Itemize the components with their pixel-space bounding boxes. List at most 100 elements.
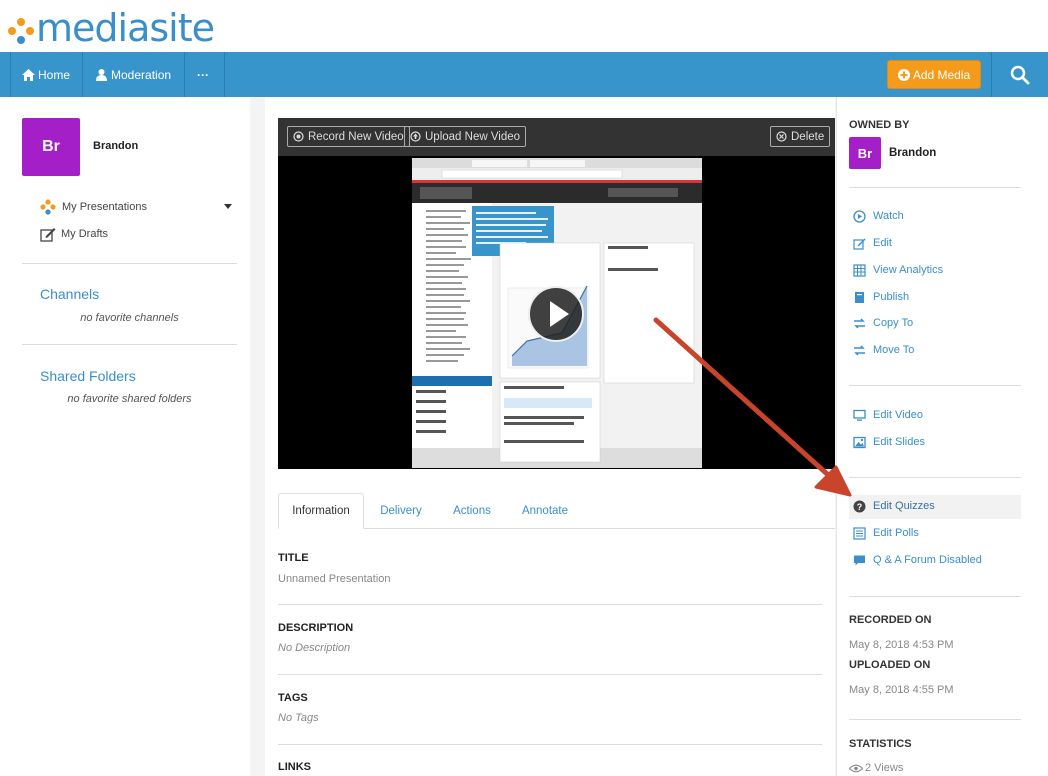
upload-new-video-button[interactable]: Upload New Video	[404, 126, 527, 147]
mediasite-logo[interactable]: mediasite	[8, 6, 215, 50]
delete-video-button[interactable]: Delete	[770, 126, 831, 147]
nav-moderation-label: Moderation	[111, 67, 172, 82]
delete-video-label: Delete	[791, 130, 825, 143]
sidebar-divider	[22, 263, 237, 264]
analytics-icon	[852, 263, 866, 277]
publish-label: Publish	[873, 291, 910, 303]
edit-link[interactable]: Edit	[852, 236, 892, 250]
qa-forum-link[interactable]: Q & A Forum Disabled	[852, 553, 982, 567]
presentations-dots-icon	[40, 199, 56, 215]
delete-x-icon	[776, 131, 787, 142]
record-icon	[293, 131, 304, 142]
my-drafts-link[interactable]: My Drafts	[40, 226, 108, 242]
publish-icon	[854, 291, 864, 303]
my-presentations-link[interactable]: My Presentations	[40, 199, 235, 215]
add-media-button[interactable]: Add Media	[887, 60, 981, 89]
user-name[interactable]: Brandon	[93, 140, 138, 152]
view-analytics-label: View Analytics	[873, 264, 944, 276]
upload-new-video-label: Upload New Video	[425, 130, 521, 143]
edit-polls-link[interactable]: Edit Polls	[852, 526, 919, 540]
shared-folders-title[interactable]: Shared Folders	[40, 368, 136, 384]
channels-empty-text: no favorite channels	[80, 312, 179, 324]
plus-circle-icon	[897, 68, 910, 81]
nav-more-button[interactable]: ···	[197, 52, 209, 97]
play-circle-icon	[852, 209, 866, 223]
my-drafts-label: My Drafts	[61, 228, 109, 240]
views-count: 2 Views	[849, 762, 903, 774]
video-player[interactable]: Record New Video Upload New Video Delete	[278, 118, 835, 469]
watch-label: Watch	[873, 210, 904, 222]
nav-separator	[224, 52, 225, 97]
my-presentations-label: My Presentations	[62, 201, 147, 213]
right-divider	[849, 719, 1021, 720]
tags-value: No Tags	[278, 712, 319, 724]
copy-to-label: Copy To	[873, 317, 914, 329]
copy-to-link[interactable]: Copy To	[852, 316, 913, 330]
nav-home-label: Home	[38, 67, 71, 82]
user-icon	[96, 68, 107, 81]
watch-link[interactable]: Watch	[852, 209, 904, 223]
recorded-on-label: RECORDED ON	[849, 614, 932, 626]
title-label: TITLE	[278, 552, 309, 564]
question-circle-icon: ?	[853, 500, 865, 512]
image-icon	[852, 436, 866, 448]
home-icon	[22, 68, 35, 81]
tags-label: TAGS	[278, 692, 308, 704]
uploaded-on-label: UPLOADED ON	[849, 659, 931, 671]
right-divider	[849, 385, 1021, 386]
upload-icon	[410, 131, 421, 142]
search-icon	[1010, 65, 1030, 84]
owned-by-label: OWNED BY	[849, 119, 910, 131]
search-button[interactable]	[992, 52, 1048, 97]
edit-slides-link[interactable]: Edit Slides	[852, 435, 925, 449]
description-value: No Description	[278, 642, 351, 654]
logo-bar: mediasite	[0, 0, 1048, 52]
edit-label: Edit	[873, 237, 892, 249]
publish-link[interactable]: Publish	[852, 290, 909, 304]
move-to-link[interactable]: Move To	[852, 343, 914, 357]
nav-separator	[184, 52, 185, 97]
record-new-video-button[interactable]: Record New Video	[287, 126, 410, 147]
nav-separator	[10, 52, 11, 97]
right-divider	[849, 187, 1021, 188]
tab-annotate[interactable]: Annotate	[512, 493, 578, 529]
edit-video-label: Edit Video	[873, 409, 923, 421]
copy-arrows-icon	[853, 317, 865, 329]
tab-delivery[interactable]: Delivery	[370, 493, 432, 529]
edit-video-link[interactable]: Edit Video	[852, 408, 923, 422]
right-divider	[849, 596, 1021, 597]
sidebar-divider	[22, 344, 237, 345]
title-value: Unnamed Presentation	[278, 573, 391, 585]
owner-avatar: Br	[849, 137, 881, 169]
nav-separator	[82, 52, 83, 97]
right-divider	[849, 477, 1021, 478]
play-icon	[550, 301, 569, 327]
qa-forum-label: Q & A Forum Disabled	[873, 554, 982, 566]
shared-folders-empty-text: no favorite shared folders	[67, 393, 192, 405]
eye-icon	[849, 764, 863, 772]
user-avatar[interactable]: Br	[22, 118, 80, 176]
move-to-label: Move To	[873, 344, 915, 356]
logo-text: mediasite	[36, 6, 215, 50]
field-divider	[278, 674, 822, 675]
logo-dots-icon	[8, 18, 34, 44]
channels-title[interactable]: Channels	[40, 286, 99, 302]
edit-quizzes-label: Edit Quizzes	[873, 500, 935, 512]
play-button[interactable]	[528, 286, 584, 342]
tab-information[interactable]: Information	[278, 493, 364, 529]
view-analytics-link[interactable]: View Analytics	[852, 263, 943, 277]
video-toolbar: Record New Video Upload New Video Delete	[278, 118, 835, 156]
move-arrows-icon	[853, 344, 865, 356]
description-label: DESCRIPTION	[278, 622, 354, 634]
tab-actions[interactable]: Actions	[442, 493, 502, 529]
statistics-label: STATISTICS	[849, 738, 912, 750]
field-divider	[278, 744, 822, 745]
nav-moderation[interactable]: Moderation	[96, 52, 171, 97]
caret-down-icon[interactable]	[224, 204, 232, 209]
edit-quizzes-link[interactable]: ? Edit Quizzes	[852, 499, 935, 513]
list-icon	[852, 526, 866, 540]
field-divider	[278, 604, 822, 605]
nav-home[interactable]: Home	[22, 52, 70, 97]
monitor-icon	[852, 409, 866, 421]
svg-text:?: ?	[856, 502, 862, 512]
